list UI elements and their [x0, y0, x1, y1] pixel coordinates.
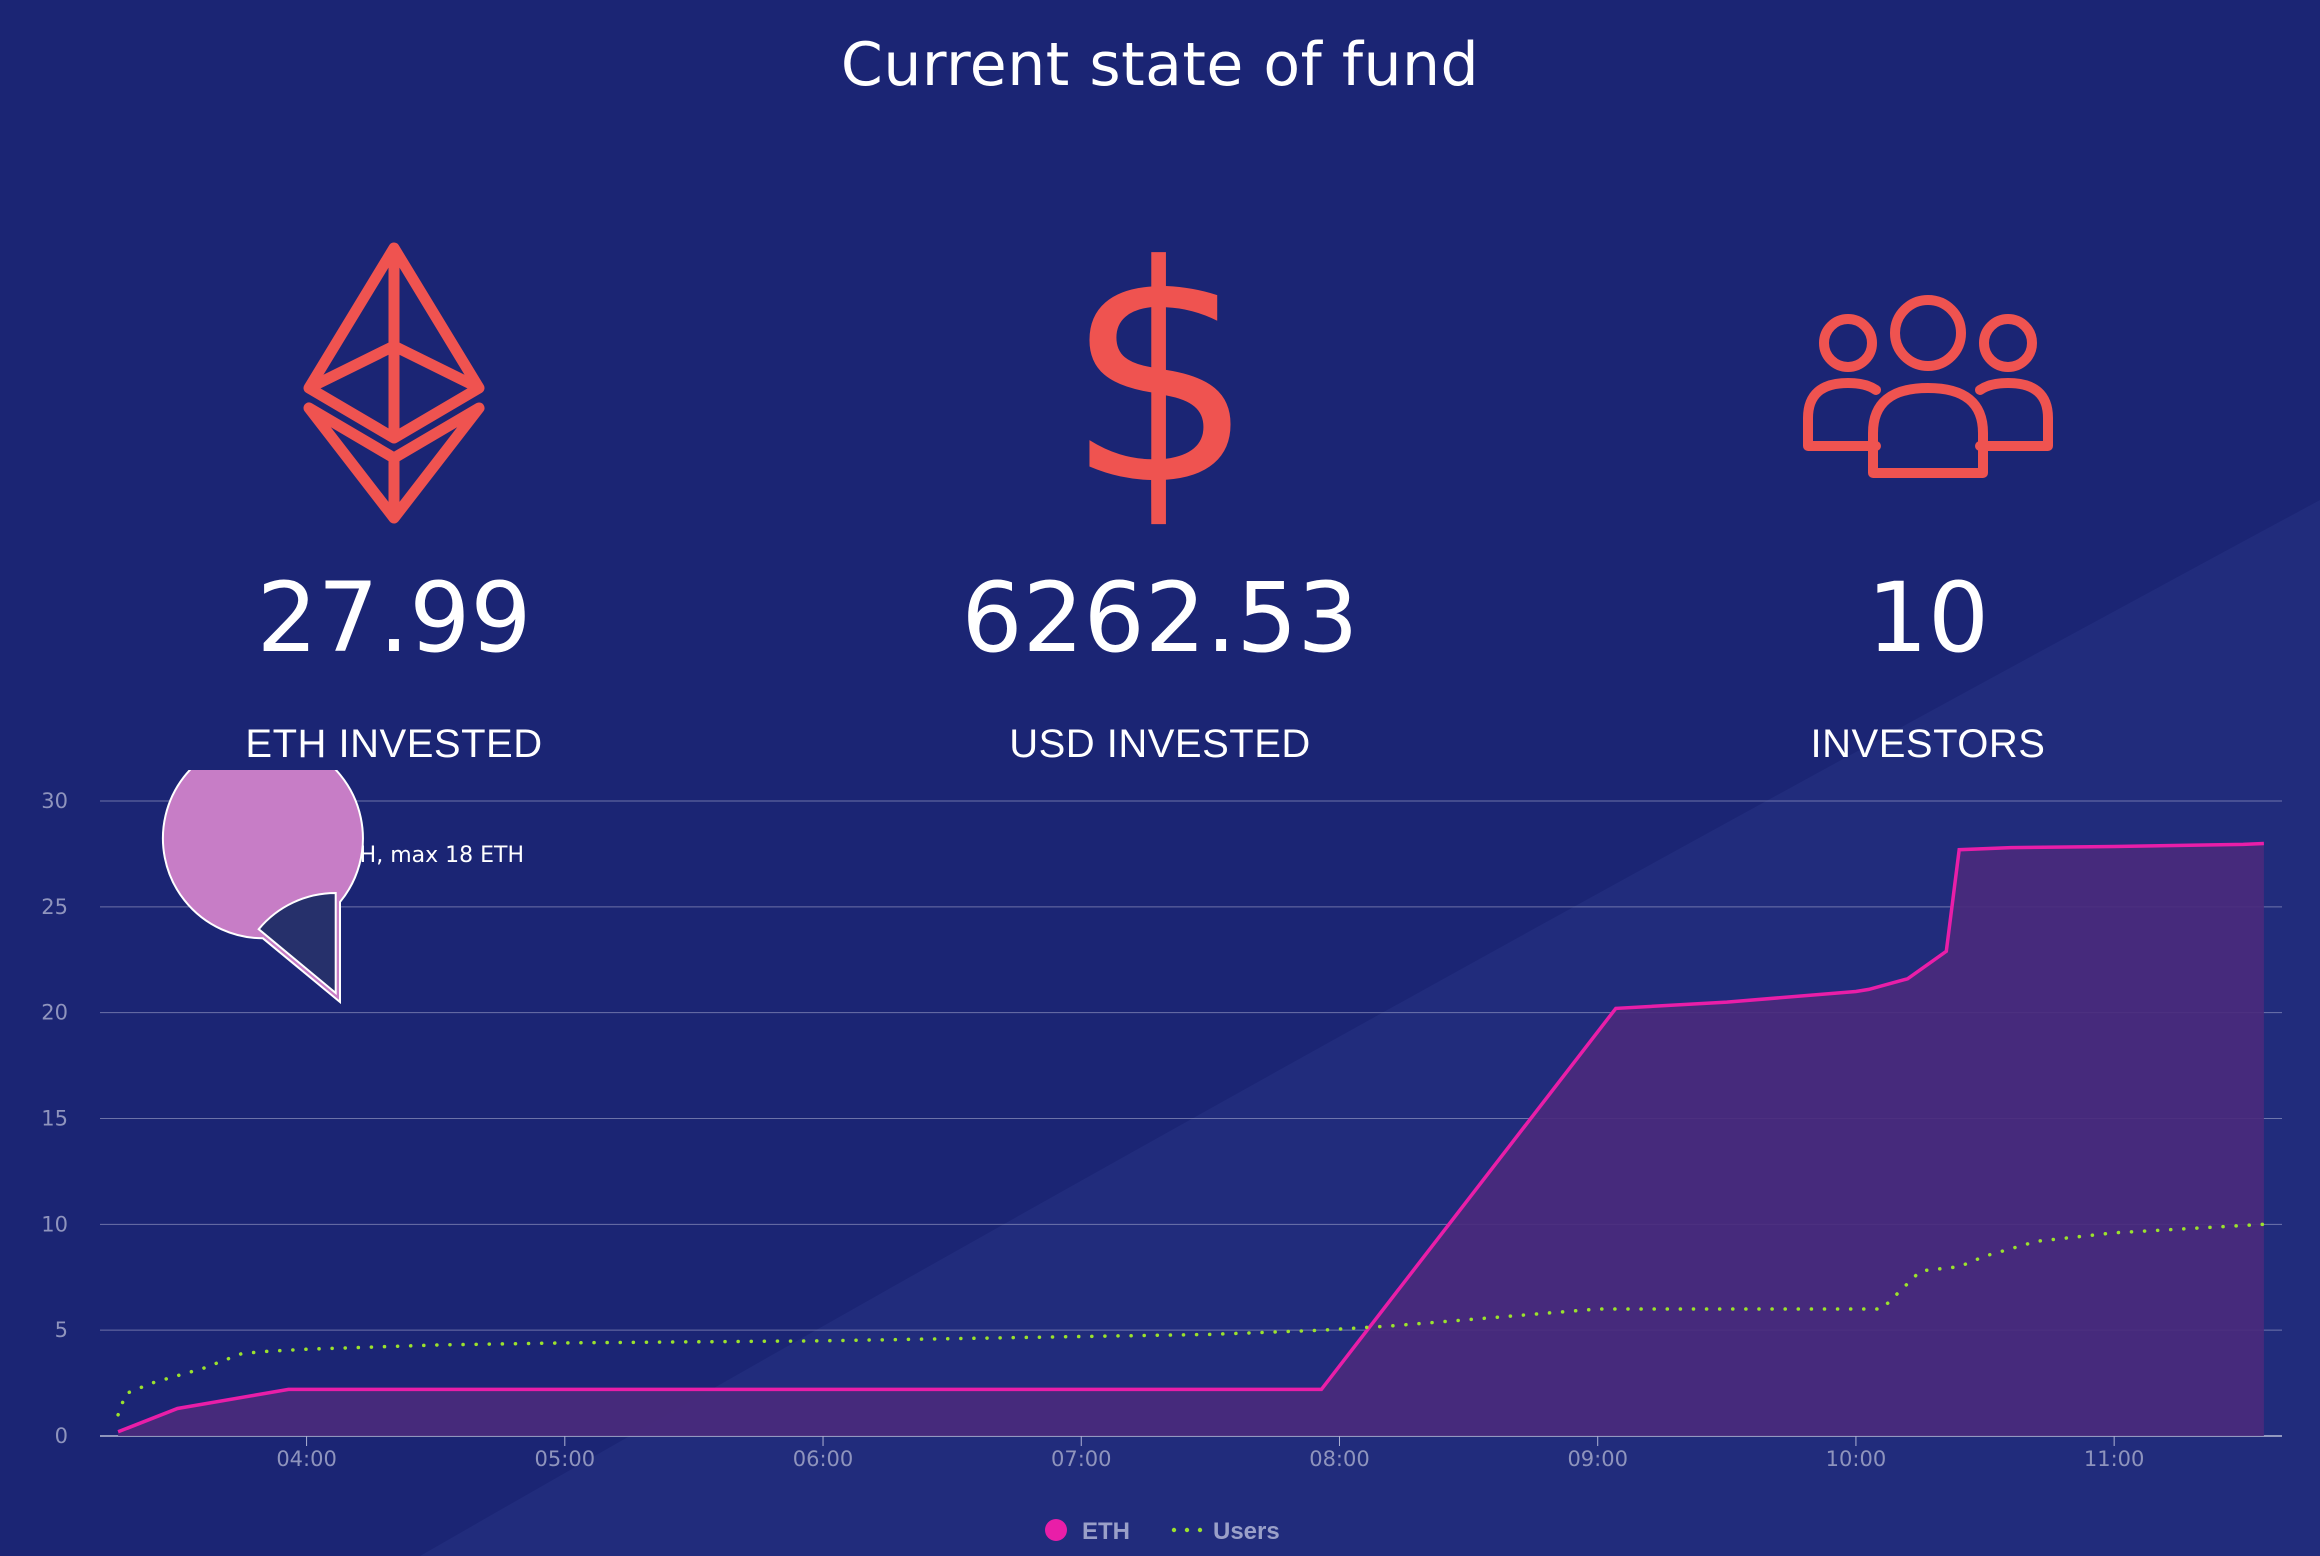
page-title: Current state of fund	[840, 30, 1480, 100]
legend-item-users[interactable]: Users	[1171, 1518, 1280, 1545]
legend-item-eth[interactable]: ETH	[1045, 1518, 1130, 1545]
chart-legend: ETH Users	[1045, 1518, 1280, 1545]
investors-label: INVESTORS	[1810, 722, 2046, 766]
legend-users-dot-1	[1171, 1527, 1177, 1533]
y-tick-label: 0	[55, 1424, 68, 1448]
y-tick-label: 20	[41, 1001, 68, 1025]
legend-eth-label: ETH	[1082, 1518, 1130, 1545]
stat-investors: 10 INVESTORS	[1578, 238, 2278, 767]
inset-pie-chart: Average 2.8ETH, max 18 ETH	[161, 770, 524, 1005]
y-tick-label: 30	[41, 789, 68, 813]
y-tick-label: 10	[41, 1212, 68, 1236]
stat-eth-invested: 27.99 ETH INVESTED	[44, 238, 744, 767]
fund-chart: 0 5 10 15 20 25 30 04:00 05:00 06:00 07:00 08:00 09…	[41, 770, 2282, 1545]
x-tick-label: 05:00	[535, 1447, 596, 1471]
dollar-icon: $	[1065, 238, 1255, 528]
x-tick-label: 11:00	[2084, 1447, 2145, 1471]
users-icon	[1803, 295, 2053, 478]
legend-eth-marker	[1045, 1519, 1067, 1541]
y-tick-label: 5	[55, 1318, 68, 1342]
x-axis-ticks: 04:00 05:00 06:00 07:00 08:00 09:00 10:00 11:00	[276, 1436, 2144, 1471]
y-axis-ticks: 0 5 10 15 20 25 30	[41, 789, 68, 1448]
ethereum-icon	[303, 242, 485, 524]
svg-text:$: $	[1065, 238, 1255, 528]
x-tick-label: 04:00	[276, 1447, 337, 1471]
x-tick-label: 08:00	[1309, 1447, 1370, 1471]
legend-users-label: Users	[1213, 1518, 1280, 1545]
legend-users-dot-3	[1197, 1527, 1203, 1533]
series-eth-area	[118, 843, 2264, 1436]
usd-invested-label: USD INVESTED	[1009, 722, 1311, 766]
x-tick-label: 07:00	[1051, 1447, 1112, 1471]
eth-invested-value: 27.99	[256, 562, 532, 674]
eth-invested-label: ETH INVESTED	[245, 722, 543, 766]
stat-usd-invested: $ 6262.53 USD INVESTED	[810, 238, 1510, 767]
y-tick-label: 25	[41, 895, 68, 919]
y-tick-label: 15	[41, 1107, 68, 1131]
investors-value: 10	[1866, 562, 1990, 674]
x-tick-label: 10:00	[1826, 1447, 1887, 1471]
x-tick-label: 06:00	[793, 1447, 854, 1471]
legend-users-dot-2	[1184, 1527, 1190, 1533]
x-tick-label: 09:00	[1567, 1447, 1628, 1471]
usd-invested-value: 6262.53	[961, 562, 1359, 674]
